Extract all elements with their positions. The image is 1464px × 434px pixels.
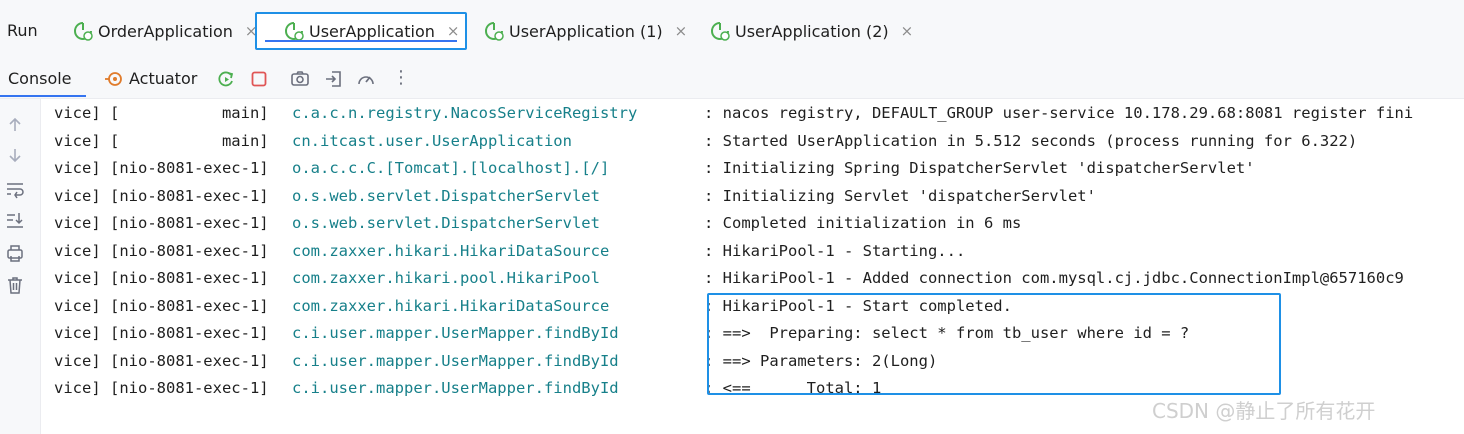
close-icon[interactable]: × bbox=[675, 22, 688, 40]
run-tool-window-header: Run OrderApplication × UserApplication ×… bbox=[0, 0, 1464, 62]
run-title: Run bbox=[7, 21, 38, 40]
tab-label: UserApplication bbox=[309, 21, 435, 41]
log-line: vice] [ main] cn.itcast.user.UserApplicat… bbox=[54, 131, 1358, 150]
console-tab-indicator bbox=[0, 95, 86, 97]
profiler-icon[interactable] bbox=[356, 69, 376, 89]
stop-icon[interactable] bbox=[249, 69, 269, 89]
tab-console[interactable]: Console bbox=[8, 69, 72, 88]
watermark: CSDN @静止了所有花开 bbox=[1152, 399, 1376, 423]
log-line: vice] [nio-8081-exec-1] o.a.c.c.C.[Tomcat… bbox=[54, 159, 1255, 177]
tab-order-application[interactable]: OrderApplication × bbox=[72, 12, 262, 50]
active-tab-indicator bbox=[265, 40, 457, 42]
scroll-up-icon[interactable] bbox=[5, 115, 25, 135]
close-icon[interactable]: × bbox=[901, 22, 914, 40]
log-line: vice] [nio-8081-exec-1] com.zaxxer.hikari… bbox=[54, 241, 966, 260]
tab-label: UserApplication (2) bbox=[735, 21, 889, 41]
tab-user-application-2[interactable]: UserApplication (2) × bbox=[709, 12, 924, 50]
tab-user-application-1[interactable]: UserApplication (1) × bbox=[483, 12, 693, 50]
actuator-icon bbox=[105, 72, 122, 86]
scroll-down-icon[interactable] bbox=[5, 145, 25, 165]
console-side-toolbar bbox=[0, 99, 41, 434]
console-toolbar: Console Actuator ⋮ bbox=[0, 62, 1464, 99]
clear-icon[interactable] bbox=[5, 275, 25, 295]
export-icon[interactable] bbox=[324, 69, 344, 89]
spring-boot-app-icon bbox=[284, 22, 304, 41]
tab-user-application[interactable]: UserApplication × bbox=[255, 12, 467, 50]
rerun-icon[interactable] bbox=[216, 69, 236, 89]
soft-wrap-icon[interactable] bbox=[5, 179, 25, 199]
more-icon[interactable]: ⋮ bbox=[392, 67, 410, 88]
log-line: vice] [nio-8081-exec-1] o.s.web.servlet.D… bbox=[54, 214, 1022, 232]
log-line: vice] [nio-8081-exec-1] com.zaxxer.hikari… bbox=[54, 269, 1404, 287]
log-line: vice] [ main] c.a.c.n.registry.NacosServi… bbox=[54, 104, 1414, 122]
spring-boot-app-icon bbox=[484, 22, 504, 41]
close-icon[interactable]: × bbox=[447, 22, 460, 40]
print-icon[interactable] bbox=[5, 243, 25, 263]
tab-actuator[interactable]: Actuator bbox=[129, 69, 197, 88]
tab-label: UserApplication (1) bbox=[509, 21, 663, 41]
screenshot-icon[interactable] bbox=[290, 69, 310, 89]
tab-label: OrderApplication bbox=[98, 21, 233, 41]
spring-boot-app-icon bbox=[73, 22, 93, 41]
log-line: vice] [nio-8081-exec-1] o.s.web.servlet.D… bbox=[54, 186, 1096, 205]
scroll-to-end-icon[interactable] bbox=[5, 210, 25, 230]
highlight-box bbox=[707, 293, 1281, 395]
spring-boot-app-icon bbox=[710, 22, 730, 41]
